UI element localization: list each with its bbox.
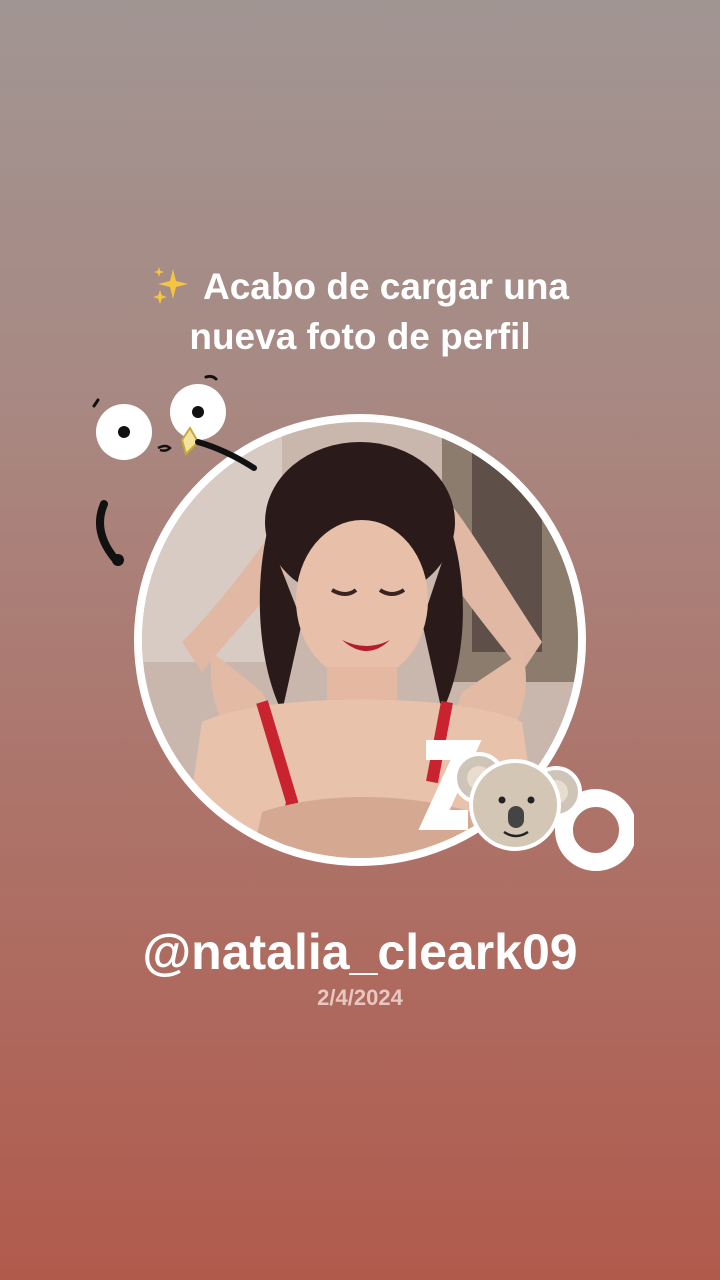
headline: Acabo de cargar una nueva foto de perfil	[60, 262, 660, 362]
headline-text-1: Acabo de cargar una	[202, 266, 569, 307]
zoo-koala-sticker	[404, 740, 637, 880]
story-screen: Acabo de cargar una nueva foto de perfil	[0, 0, 720, 1280]
sparkles-icon	[151, 265, 191, 305]
cartoon-eyes-sticker	[86, 370, 266, 580]
username[interactable]: @natalia_cleark09	[60, 922, 660, 982]
headline-line-1: Acabo de cargar una	[60, 262, 660, 312]
post-date: 2/4/2024	[317, 985, 403, 1010]
headline-line-2: nueva foto de perfil	[189, 316, 531, 357]
